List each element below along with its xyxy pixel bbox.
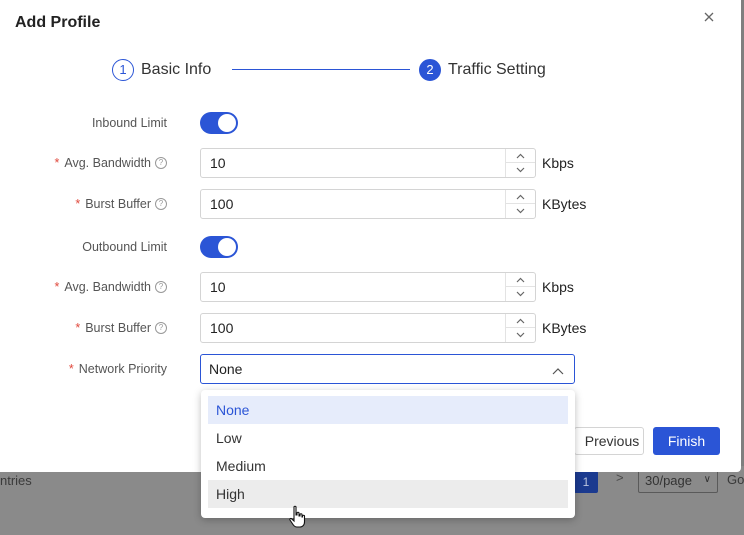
close-icon[interactable] — [700, 8, 718, 26]
step-traffic-setting: 2 Traffic Setting — [419, 59, 546, 81]
outbound-limit-label-text: Outbound Limit — [82, 240, 167, 254]
inbound-avg-bandwidth-label-text: Avg. Bandwidth — [64, 156, 151, 170]
number-stepper — [505, 273, 535, 301]
network-priority-label-text: Network Priority — [78, 362, 167, 376]
outbound-limit-toggle[interactable] — [200, 236, 238, 258]
option-high[interactable]: High — [208, 480, 568, 508]
unit-label: KBytes — [542, 196, 587, 212]
required-mark: * — [75, 197, 81, 211]
step-number-1: 1 — [112, 59, 134, 81]
outbound-avg-bandwidth-input[interactable]: 10 — [200, 272, 536, 302]
finish-button[interactable]: Finish — [653, 427, 720, 455]
required-mark: * — [75, 321, 81, 335]
background-page-size-select: 30/page ∨ — [638, 469, 718, 493]
background-entries-text: ntries — [0, 473, 32, 488]
required-mark: * — [54, 280, 60, 294]
outbound-burst-buffer-label: * Burst Buffer ? — [75, 321, 167, 335]
help-icon[interactable]: ? — [155, 198, 167, 210]
increment-icon[interactable] — [506, 190, 535, 204]
outbound-avg-bandwidth-value: 10 — [210, 279, 226, 295]
outbound-avg-bandwidth-label-text: Avg. Bandwidth — [64, 280, 151, 294]
outbound-avg-bandwidth-label: * Avg. Bandwidth ? — [54, 280, 167, 294]
inbound-limit-toggle[interactable] — [200, 112, 238, 134]
required-mark: * — [68, 362, 74, 376]
step-basic-info[interactable]: 1 Basic Info — [112, 59, 211, 81]
background-page-size-value: 30/page — [645, 473, 692, 488]
inbound-burst-buffer-value: 100 — [210, 196, 234, 212]
increment-icon[interactable] — [506, 273, 535, 287]
toggle-knob — [218, 114, 236, 132]
increment-icon[interactable] — [506, 314, 535, 328]
unit-label: Kbps — [542, 155, 574, 171]
network-priority-value: None — [209, 361, 243, 377]
decrement-icon[interactable] — [506, 204, 535, 218]
toggle-knob — [218, 238, 236, 256]
decrement-icon[interactable] — [506, 287, 535, 301]
unit-label: KBytes — [542, 320, 587, 336]
previous-button[interactable]: Previous — [574, 427, 644, 455]
option-none[interactable]: None — [208, 396, 568, 424]
inbound-avg-bandwidth-label: * Avg. Bandwidth ? — [54, 156, 167, 170]
background-go-text: Go — [727, 472, 744, 487]
help-icon[interactable]: ? — [155, 281, 167, 293]
network-priority-label: * Network Priority — [69, 362, 167, 376]
inbound-avg-bandwidth-value: 10 — [210, 155, 226, 171]
hand-pointer-icon — [288, 505, 306, 534]
unit-label: Kbps — [542, 279, 574, 295]
modal-title: Add Profile — [15, 14, 101, 31]
step-connector — [232, 69, 410, 70]
step-label-basic-info: Basic Info — [141, 61, 212, 78]
inbound-limit-label: Inbound Limit — [92, 116, 167, 130]
inbound-avg-bandwidth-input[interactable]: 10 — [200, 148, 536, 178]
inbound-burst-buffer-label-text: Burst Buffer — [85, 197, 151, 211]
number-stepper — [505, 314, 535, 342]
step-number-2: 2 — [419, 59, 441, 81]
network-priority-select[interactable]: None — [200, 354, 575, 384]
outbound-burst-buffer-input[interactable]: 100 — [200, 313, 536, 343]
outbound-burst-buffer-label-text: Burst Buffer — [85, 321, 151, 335]
background-page-number: 1 — [574, 471, 598, 493]
step-label-traffic-setting: Traffic Setting — [448, 61, 546, 78]
chevron-down-icon: ∨ — [703, 474, 711, 485]
required-mark: * — [54, 156, 60, 170]
chevron-up-icon — [552, 364, 564, 382]
decrement-icon[interactable] — [506, 163, 535, 177]
background-next-page-icon: > — [616, 470, 624, 485]
decrement-icon[interactable] — [506, 328, 535, 342]
inbound-burst-buffer-label: * Burst Buffer ? — [75, 197, 167, 211]
option-low[interactable]: Low — [208, 424, 568, 452]
help-icon[interactable]: ? — [155, 157, 167, 169]
network-priority-dropdown: None Low Medium High — [201, 390, 575, 518]
outbound-burst-buffer-value: 100 — [210, 320, 234, 336]
outbound-limit-label: Outbound Limit — [82, 240, 167, 254]
inbound-burst-buffer-input[interactable]: 100 — [200, 189, 536, 219]
inbound-limit-label-text: Inbound Limit — [91, 116, 167, 130]
number-stepper — [505, 149, 535, 177]
option-medium[interactable]: Medium — [208, 452, 568, 480]
increment-icon[interactable] — [506, 149, 535, 163]
number-stepper — [505, 190, 535, 218]
help-icon[interactable]: ? — [155, 322, 167, 334]
